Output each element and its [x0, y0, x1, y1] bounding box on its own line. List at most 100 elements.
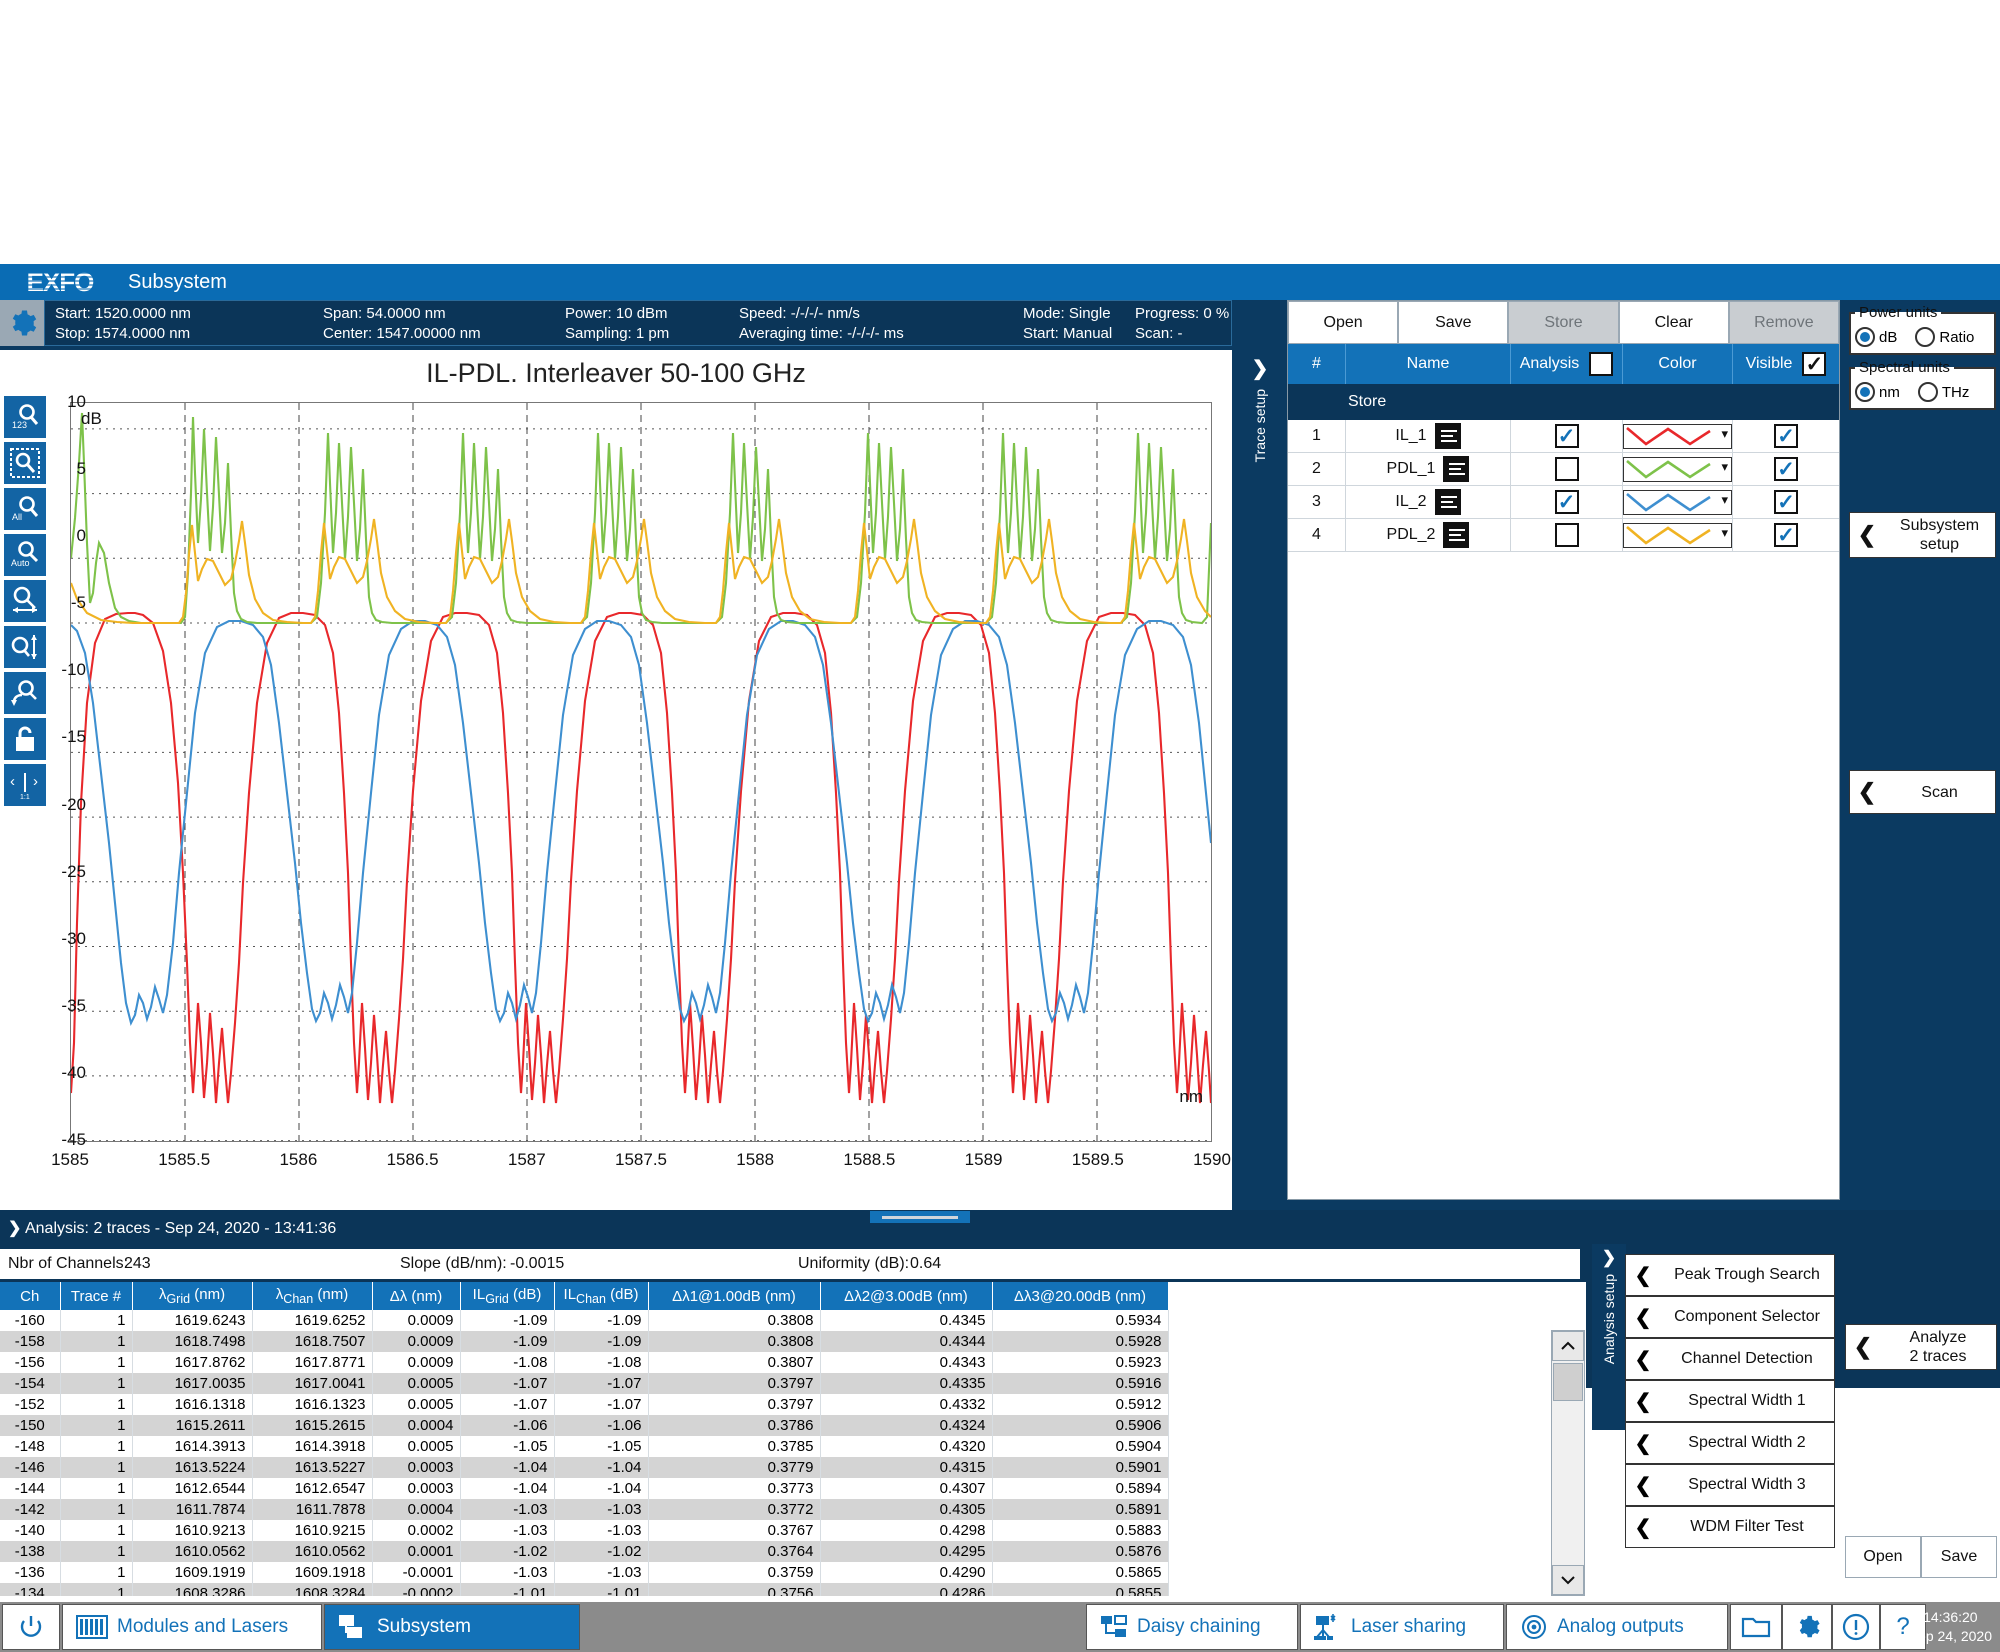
header-visible[interactable]: Visible ✓: [1733, 344, 1839, 384]
taskbar-folder-button[interactable]: [1730, 1604, 1782, 1650]
trace-analysis-checkbox[interactable]: [1554, 523, 1579, 547]
trace-row[interactable]: 3 IL_2 ✓ ▾ ✓: [1288, 486, 1839, 519]
analysis-setup-tab[interactable]: ❯ Analysis setup: [1592, 1244, 1626, 1430]
analysis-button-spectral-width-1[interactable]: ❮ Spectral Width 1: [1625, 1380, 1835, 1422]
taskbar-subsystem[interactable]: Subsystem: [324, 1604, 580, 1650]
analysis-button-wdm-filter-test[interactable]: ❮ WDM Filter Test: [1625, 1506, 1835, 1548]
table-row[interactable]: -146 1 1613.5224 1613.5227 0.0003 -1.04 -1.04 0…: [0, 1457, 1169, 1478]
table-row[interactable]: -138 1 1610.0562 1610.0562 0.0001 -1.02 -1.02 0…: [0, 1541, 1169, 1562]
column-header[interactable]: Ch: [0, 1282, 61, 1310]
store-trace-button: Store: [1508, 301, 1619, 344]
column-header[interactable]: ILChan (dB): [554, 1282, 649, 1310]
trace-notes-icon[interactable]: [1443, 522, 1470, 548]
table-cell: 0.5901: [992, 1457, 1169, 1478]
save-trace-button[interactable]: Save: [1398, 301, 1509, 344]
visible-select-all-checkbox[interactable]: ✓: [1802, 352, 1827, 376]
trace-visible-checkbox[interactable]: ✓: [1774, 424, 1798, 448]
table-cell: 1: [60, 1415, 133, 1436]
table-row[interactable]: -150 1 1615.2611 1615.2615 0.0004 -1.06 -1.06 0…: [0, 1415, 1169, 1436]
taskbar-daisy-chaining[interactable]: Daisy chaining: [1086, 1604, 1298, 1650]
chevron-right-icon: ❯: [1251, 358, 1269, 380]
panel-splitter-handle[interactable]: [870, 1211, 970, 1223]
trace-analysis-checkbox[interactable]: ✓: [1554, 424, 1579, 448]
trace-analysis-checkbox[interactable]: [1554, 457, 1579, 481]
scan-button[interactable]: ❮ Scan: [1849, 770, 1996, 814]
trace-color-picker[interactable]: ▾: [1623, 456, 1732, 482]
trace-notes-icon[interactable]: [1434, 489, 1461, 515]
analysis-button-channel-detection[interactable]: ❮ Channel Detection: [1625, 1338, 1835, 1380]
trace-notes-icon[interactable]: [1434, 423, 1461, 449]
analysis-save-button[interactable]: Save: [1921, 1536, 1997, 1578]
subsystem-setup-label-line2: setup: [1919, 536, 1960, 553]
trace-row[interactable]: 2 PDL_1 ▾ ✓: [1288, 453, 1839, 486]
analysis-data-table[interactable]: Ch Trace # λGrid (nm) λChan (nm) Δλ (nm) ILGr…: [0, 1282, 1169, 1596]
clear-trace-button[interactable]: Clear: [1618, 301, 1729, 344]
table-row[interactable]: -152 1 1616.1318 1616.1323 0.0005 -1.07 -1.07 0…: [0, 1394, 1169, 1415]
trace-notes-icon[interactable]: [1443, 456, 1470, 482]
subsystem-setup-button[interactable]: ❮ Subsystem setup: [1849, 512, 1996, 558]
trace-visible-checkbox[interactable]: ✓: [1774, 457, 1798, 481]
analyze-traces-button[interactable]: ❮ Analyze 2 traces: [1845, 1324, 1997, 1370]
table-row[interactable]: -140 1 1610.9213 1610.9215 0.0002 -1.03 -1.03 0…: [0, 1520, 1169, 1541]
table-row[interactable]: -156 1 1617.8762 1617.8771 0.0009 -1.08 -1.08 0…: [0, 1352, 1169, 1373]
analysis-header[interactable]: ❯ Analysis: 2 traces - Sep 24, 2020 - 13…: [8, 1218, 336, 1238]
table-cell: -136: [0, 1562, 61, 1583]
analysis-button-spectral-width-2[interactable]: ❮ Spectral Width 2: [1625, 1422, 1835, 1464]
header-analysis[interactable]: Analysis: [1511, 344, 1623, 384]
trace-analysis-checkbox[interactable]: ✓: [1554, 490, 1579, 514]
settings-gear-button[interactable]: [0, 300, 44, 346]
scroll-up-button[interactable]: [1552, 1331, 1584, 1361]
table-row[interactable]: -142 1 1611.7874 1611.7878 0.0004 -1.03 -1.03 0…: [0, 1499, 1169, 1520]
scrollbar-thumb[interactable]: [1553, 1363, 1583, 1401]
table-cell: 0.0005: [372, 1436, 461, 1457]
spectral-unit-nm-radio[interactable]: [1855, 382, 1875, 402]
table-row[interactable]: -134 1 1608.3286 1608.3284 -0.0002 -1.01 -1.01…: [0, 1583, 1169, 1596]
taskbar-settings-button[interactable]: [1782, 1604, 1832, 1650]
column-header[interactable]: Δλ (nm): [372, 1282, 461, 1310]
column-header[interactable]: λGrid (nm): [132, 1282, 253, 1310]
power-unit-db-radio[interactable]: [1855, 327, 1875, 347]
column-header[interactable]: ILGrid (dB): [460, 1282, 555, 1310]
trace-color-picker[interactable]: ▾: [1623, 423, 1732, 449]
table-row[interactable]: -144 1 1612.6544 1612.6547 0.0003 -1.04 -1.04 0…: [0, 1478, 1169, 1499]
taskbar-analog-outputs[interactable]: Analog outputs: [1506, 1604, 1728, 1650]
trace-color-picker[interactable]: ▾: [1623, 489, 1732, 515]
table-row[interactable]: -154 1 1617.0035 1617.0041 0.0005 -1.07 -1.07 0…: [0, 1373, 1169, 1394]
power-unit-ratio-radio[interactable]: [1915, 327, 1936, 347]
taskbar-modules-and-lasers[interactable]: Modules and Lasers: [62, 1604, 322, 1650]
trace-row[interactable]: 4 PDL_2 ▾ ✓: [1288, 519, 1839, 552]
table-row[interactable]: -160 1 1619.6243 1619.6252 0.0009 -1.09 -1.09 0…: [0, 1310, 1169, 1331]
chart-plot-area[interactable]: dB nm: [70, 402, 1212, 1142]
scroll-down-button[interactable]: [1552, 1565, 1584, 1595]
trace-color-picker[interactable]: ▾: [1623, 522, 1732, 548]
column-header[interactable]: Δλ2@3.00dB (nm): [820, 1282, 993, 1310]
analysis-button-peak-trough-search[interactable]: ❮ Peak Trough Search: [1625, 1254, 1835, 1296]
analysis-button-spectral-width-3[interactable]: ❮ Spectral Width 3: [1625, 1464, 1835, 1506]
taskbar-alerts-button[interactable]: [1832, 1604, 1880, 1650]
table-row[interactable]: -158 1 1618.7498 1618.7507 0.0009 -1.09 -1.09 0…: [0, 1331, 1169, 1352]
trace-visible-checkbox[interactable]: ✓: [1774, 523, 1798, 547]
spectral-unit-thz-radio[interactable]: [1917, 382, 1938, 402]
table-row[interactable]: -136 1 1609.1919 1609.1918 -0.0001 -1.03 -1.03…: [0, 1562, 1169, 1583]
column-header[interactable]: Δλ1@1.00dB (nm): [648, 1282, 821, 1310]
trace-setup-tab[interactable]: ❯ Trace setup: [1240, 350, 1280, 546]
analysis-open-button[interactable]: Open: [1845, 1536, 1921, 1578]
column-header[interactable]: λChan (nm): [252, 1282, 373, 1310]
table-cell: 0.3756: [648, 1583, 821, 1596]
analysis-select-all-checkbox[interactable]: [1589, 352, 1614, 376]
taskbar-laser-sharing[interactable]: Laser sharing: [1300, 1604, 1504, 1650]
open-trace-button[interactable]: Open: [1288, 301, 1399, 344]
spectral-units-legend: Spectral units: [1859, 359, 1950, 376]
power-button[interactable]: [2, 1604, 60, 1650]
trace-row[interactable]: 1 IL_1 ✓ ▾ ✓: [1288, 420, 1839, 453]
column-header[interactable]: Δλ3@20.00dB (nm): [992, 1282, 1169, 1310]
analysis-button-component-selector[interactable]: ❮ Component Selector: [1625, 1296, 1835, 1338]
analysis-table-scrollbar[interactable]: [1551, 1330, 1585, 1596]
trace-visible-checkbox[interactable]: ✓: [1774, 490, 1798, 514]
zoom-all-icon[interactable]: All: [4, 488, 46, 530]
table-cell: 0.3759: [648, 1562, 821, 1583]
exfo-logo: EXFO: [8, 267, 112, 297]
status-center: Center: 1547.00000 nm: [323, 325, 481, 342]
column-header[interactable]: Trace #: [60, 1282, 133, 1310]
table-row[interactable]: -148 1 1614.3913 1614.3918 0.0005 -1.05 -1.05 0…: [0, 1436, 1169, 1457]
